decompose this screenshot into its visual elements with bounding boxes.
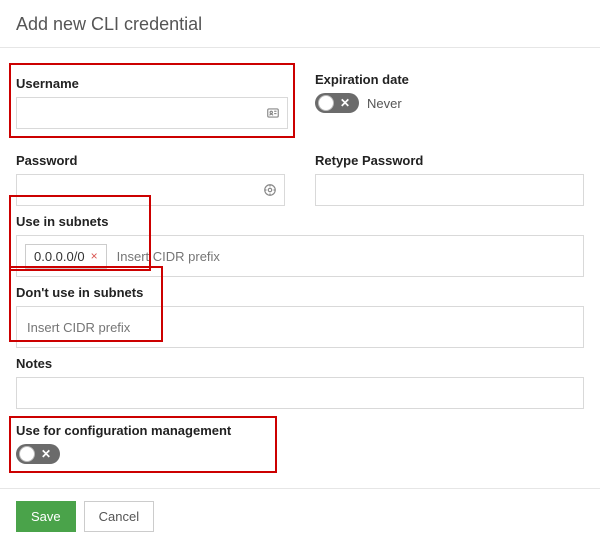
col-retype-password: Retype Password xyxy=(315,145,584,206)
section-dont-use-in-subnets: Don't use in subnets xyxy=(16,285,584,348)
config-mgmt-label: Use for configuration management xyxy=(16,423,270,438)
highlight-use-in-subnets xyxy=(10,196,150,270)
username-label: Username xyxy=(16,76,288,91)
expiration-label: Expiration date xyxy=(315,72,584,87)
close-icon: ✕ xyxy=(41,448,51,460)
notes-label: Notes xyxy=(16,356,584,371)
notes-input[interactable] xyxy=(16,377,584,409)
save-button[interactable]: Save xyxy=(16,501,76,532)
highlight-dont-use-in-subnets xyxy=(10,267,162,341)
highlight-use-in-subnets-wrap xyxy=(16,188,150,275)
form-body: Username Expiration date ✕ xyxy=(0,48,600,488)
highlight-username: Username xyxy=(10,64,294,137)
dialog-add-cli-credential: Add new CLI credential Username Expirati… xyxy=(0,0,600,544)
config-mgmt-toggle[interactable]: ✕ xyxy=(16,444,60,464)
toggle-knob xyxy=(318,95,334,111)
cancel-button[interactable]: Cancel xyxy=(84,501,154,532)
reveal-password-icon[interactable] xyxy=(263,183,277,197)
username-input-wrap xyxy=(16,97,288,129)
dialog-footer: Save Cancel xyxy=(0,488,600,544)
highlight-dont-use-in-subnets-wrap xyxy=(16,259,162,346)
close-icon: ✕ xyxy=(340,97,350,109)
password-label: Password xyxy=(16,153,285,168)
toggle-knob xyxy=(19,446,35,462)
retype-password-label: Retype Password xyxy=(315,153,584,168)
expiration-toggle[interactable]: ✕ xyxy=(315,93,359,113)
username-input[interactable] xyxy=(16,97,288,129)
expiration-never-label: Never xyxy=(367,96,402,111)
retype-password-input[interactable] xyxy=(315,174,584,206)
row-username-expiration: Username Expiration date ✕ xyxy=(16,64,584,137)
dialog-title: Add new CLI credential xyxy=(0,0,600,48)
expiration-toggle-line: ✕ Never xyxy=(315,93,584,113)
config-mgmt-toggle-line: ✕ xyxy=(16,444,270,464)
section-notes: Notes xyxy=(16,356,584,409)
contact-card-icon[interactable] xyxy=(266,106,280,120)
col-expiration: Expiration date ✕ Never xyxy=(315,64,584,137)
highlight-config-mgmt: Use for configuration management ✕ xyxy=(10,417,276,472)
col-username: Username xyxy=(16,64,285,137)
use-in-subnets-input[interactable] xyxy=(115,244,575,268)
